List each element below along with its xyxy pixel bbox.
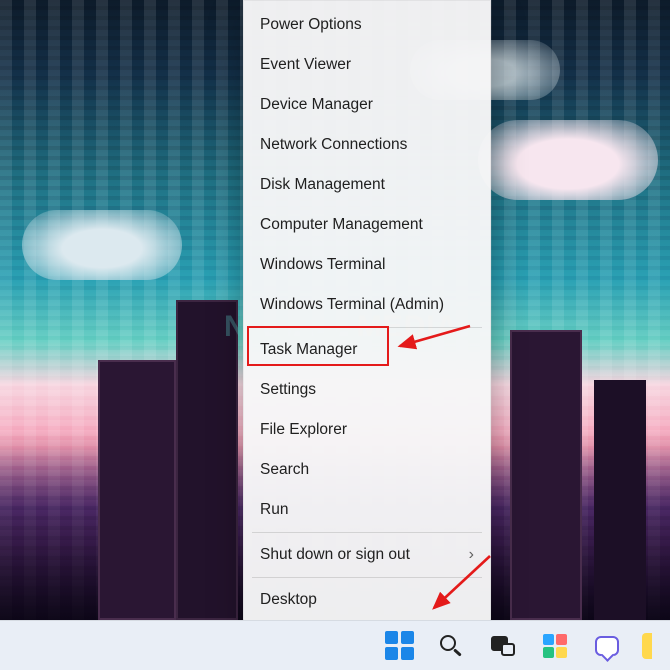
taskbar-search-button[interactable] [430,625,472,667]
menu-item-label: File Explorer [260,421,347,439]
task-view-button[interactable] [482,625,524,667]
start-icon [385,631,414,660]
chat-icon [595,636,619,656]
menu-separator [252,532,482,533]
menu-item-event-viewer[interactable]: Event Viewer [244,45,490,85]
menu-item-label: Computer Management [260,216,423,234]
menu-item-computer-management[interactable]: Computer Management [244,205,490,245]
menu-item-label: Disk Management [260,176,385,194]
menu-separator [252,327,482,328]
widgets-button[interactable] [534,625,576,667]
menu-item-task-manager[interactable]: Task Manager [244,330,490,370]
menu-item-label: Task Manager [260,341,357,359]
chat-button[interactable] [586,625,628,667]
menu-item-search[interactable]: Search [244,450,490,490]
taskbar-partial-button[interactable] [638,625,652,667]
widgets-icon [543,634,567,658]
menu-item-settings[interactable]: Settings [244,370,490,410]
task-view-icon [491,636,515,656]
menu-item-disk-management[interactable]: Disk Management [244,165,490,205]
menu-item-label: Power Options [260,16,362,34]
menu-item-label: Event Viewer [260,56,351,74]
menu-item-label: Device Manager [260,96,373,114]
menu-item-file-explorer[interactable]: File Explorer [244,410,490,450]
taskbar [0,620,670,670]
menu-item-windows-terminal[interactable]: Windows Terminal [244,245,490,285]
search-icon [440,635,462,657]
start-button[interactable] [378,625,420,667]
menu-item-desktop[interactable]: Desktop [244,580,490,620]
menu-item-label: Settings [260,381,316,399]
power-user-menu: Power Options Event Viewer Device Manage… [243,0,491,627]
menu-separator [252,577,482,578]
menu-item-label: Network Connections [260,136,407,154]
explorer-icon [642,633,652,659]
menu-item-power-options[interactable]: Power Options [244,5,490,45]
menu-item-label: Search [260,461,309,479]
menu-item-label: Desktop [260,591,317,609]
chevron-right-icon: › [469,546,474,564]
taskbar-icon-row [378,621,652,670]
menu-item-windows-terminal-admin[interactable]: Windows Terminal (Admin) [244,285,490,325]
menu-item-label: Windows Terminal (Admin) [260,296,444,314]
menu-item-network-connections[interactable]: Network Connections [244,125,490,165]
menu-item-label: Shut down or sign out [260,546,410,564]
menu-item-label: Run [260,501,288,519]
menu-item-run[interactable]: Run [244,490,490,530]
menu-item-device-manager[interactable]: Device Manager [244,85,490,125]
menu-item-shutdown[interactable]: Shut down or sign out › [244,535,490,575]
menu-item-label: Windows Terminal [260,256,385,274]
